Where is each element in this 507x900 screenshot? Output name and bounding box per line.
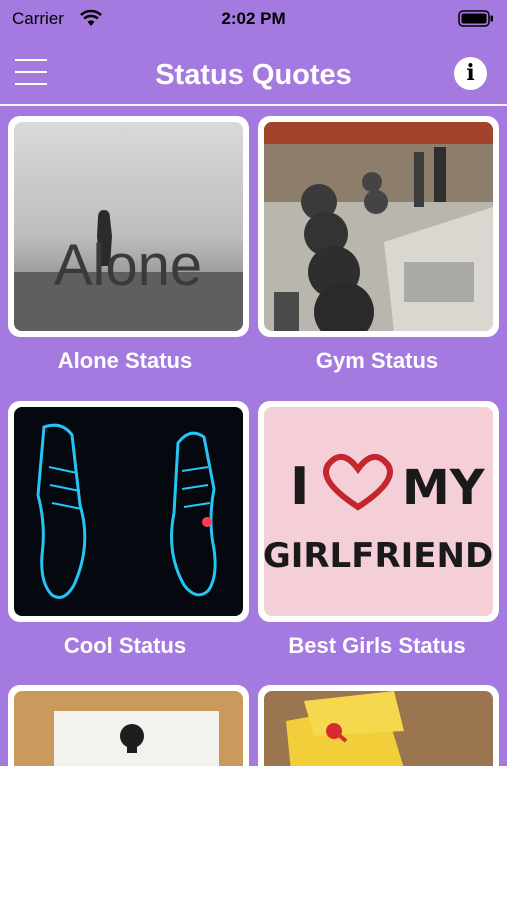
- category-thumbnail: Alone: [14, 122, 243, 331]
- thumb-text-girlfriend: GIRLFRIEND: [264, 536, 493, 576]
- nav-bar: Status Quotes i: [0, 44, 507, 106]
- category-label[interactable]: Alone Status: [0, 348, 250, 374]
- category-thumbnail: [264, 122, 493, 331]
- category-label[interactable]: Gym Status: [252, 348, 502, 374]
- nav-divider: [0, 104, 507, 106]
- sticky-note-image: [264, 691, 493, 766]
- category-card-alone[interactable]: Alone: [8, 116, 249, 337]
- corkboard-image: [14, 691, 243, 766]
- category-thumbnail: [14, 407, 243, 616]
- category-label[interactable]: Best Girls Status: [252, 633, 502, 659]
- category-thumbnail: [14, 691, 243, 766]
- page-title: Status Quotes: [155, 59, 352, 91]
- thumb-text-alone: Alone: [54, 233, 202, 298]
- status-time: 2:02 PM: [221, 9, 286, 28]
- thumb-text-my: MY: [402, 460, 486, 516]
- category-thumbnail: [264, 691, 493, 766]
- alone-image: Alone: [14, 122, 243, 331]
- girlfriend-image: I MY GIRLFRIEND: [264, 407, 493, 616]
- category-card-6[interactable]: [258, 685, 499, 766]
- category-card-best-girls[interactable]: I MY GIRLFRIEND: [258, 401, 499, 622]
- cool-image: [14, 407, 243, 616]
- category-card-gym[interactable]: [258, 116, 499, 337]
- gym-image: [264, 122, 493, 331]
- category-thumbnail: I MY GIRLFRIEND: [264, 407, 493, 616]
- app-screen: Carrier 2:02 PM Status Quotes i Alone Al…: [0, 0, 507, 900]
- category-label[interactable]: Cool Status: [0, 633, 250, 659]
- info-button[interactable]: i: [454, 57, 487, 90]
- status-bar: Carrier 2:02 PM: [0, 0, 507, 36]
- battery-icon: [458, 10, 493, 27]
- category-card-cool[interactable]: [8, 401, 249, 622]
- app-background: Carrier 2:02 PM Status Quotes i Alone Al…: [0, 0, 507, 766]
- thumb-text-i: I: [290, 457, 309, 517]
- category-card-5[interactable]: [8, 685, 249, 766]
- info-icon: i: [466, 60, 475, 86]
